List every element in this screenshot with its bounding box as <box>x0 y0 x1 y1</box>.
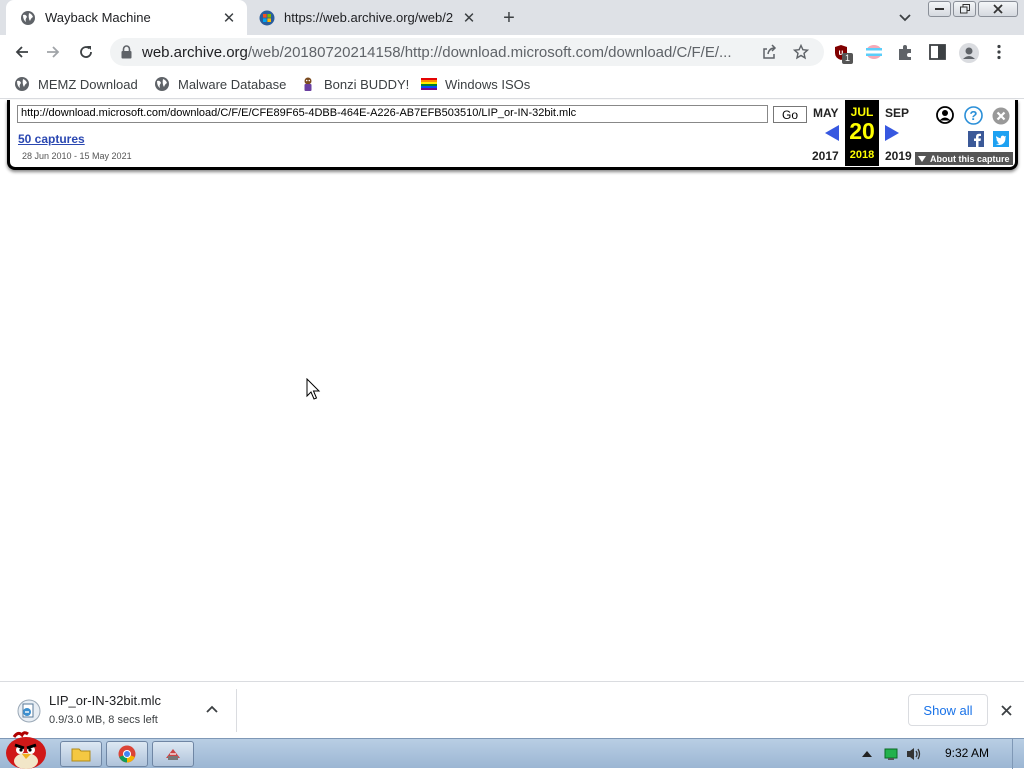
reload-button[interactable] <box>74 40 98 64</box>
folder-icon <box>71 748 91 762</box>
reload-icon <box>80 46 92 58</box>
tab-wayback-machine[interactable]: Wayback Machine ✕ <box>6 0 247 35</box>
profile-avatar-icon[interactable] <box>959 43 979 68</box>
back-arrow-icon <box>15 46 28 58</box>
back-button[interactable] <box>10 40 34 64</box>
browser-menu-icon[interactable] <box>997 44 1007 62</box>
current-month: JUL <box>850 105 874 119</box>
current-capture-date: JUL 20 2018 <box>845 100 879 166</box>
extensions-puzzle-icon[interactable] <box>897 44 914 66</box>
bookmark-label: MEMZ Download <box>38 76 138 92</box>
bookmark-memz-download[interactable]: MEMZ Download <box>14 75 138 93</box>
taskbar-chrome-button[interactable] <box>106 741 148 767</box>
globe-icon <box>21 10 35 25</box>
about-label: About this capture <box>930 153 1010 164</box>
bookmark-star-icon[interactable] <box>793 44 809 60</box>
bookmark-label: Windows ISOs <box>445 76 531 92</box>
taskbar-clock[interactable]: 9:32 AM <box>945 746 989 760</box>
lock-icon[interactable] <box>121 45 132 59</box>
bookmark-bonzi-buddy[interactable]: Bonzi BUDDY! <box>300 75 409 93</box>
volume-icon[interactable] <box>905 746 923 762</box>
bookmarks-bar: MEMZ Download Malware Database Bonzi BUD… <box>0 69 1024 99</box>
show-all-downloads-button[interactable]: Show all <box>908 694 988 726</box>
bookmark-label: Malware Database <box>178 76 287 92</box>
angry-bird-icon <box>6 731 46 769</box>
bookmark-malware-database[interactable]: Malware Database <box>154 75 286 93</box>
windows-logo-icon <box>259 10 275 25</box>
download-status: 0.9/3.0 MB, 8 secs left <box>49 714 158 726</box>
url-text[interactable]: web.archive.org/web/20180720214158/http:… <box>142 44 754 61</box>
show-hidden-icons-icon[interactable] <box>862 750 872 757</box>
ublock-extension-icon[interactable]: u 1 <box>833 44 853 64</box>
restore-button[interactable] <box>953 1 976 17</box>
captures-link[interactable]: 50 captures <box>18 132 85 146</box>
pride-extension-icon[interactable] <box>865 44 883 65</box>
next-capture-arrow-icon[interactable] <box>885 125 899 141</box>
next-year-label[interactable]: 2019 <box>885 149 912 163</box>
capture-date-range: 28 Jun 2010 - 15 May 2021 <box>22 151 132 161</box>
browser-toolbar: web.archive.org/web/20180720214158/http:… <box>0 35 1024 69</box>
tab-archive-url[interactable]: https://web.archive.org/web/2 ✕ <box>245 0 487 35</box>
minimize-button[interactable] <box>928 1 951 17</box>
account-icon[interactable] <box>936 106 954 124</box>
globe-icon <box>155 77 169 91</box>
svg-text:?: ? <box>970 108 978 123</box>
share-icon[interactable] <box>761 44 777 60</box>
twitter-icon[interactable] <box>993 131 1009 147</box>
tab-strip: Wayback Machine ✕ https://web.archive.or… <box>0 0 1024 35</box>
start-button[interactable] <box>2 731 50 769</box>
bookmark-windows-isos[interactable]: Windows ISOs <box>421 75 530 93</box>
taskbar: 9:32 AM <box>0 731 1024 769</box>
prev-year-label[interactable]: 2017 <box>812 149 839 163</box>
side-panel-icon[interactable] <box>929 44 946 65</box>
triangle-down-icon <box>918 155 926 162</box>
url-host: web.archive.org <box>142 44 248 61</box>
tab-title: Wayback Machine <box>45 10 151 25</box>
prev-month-label[interactable]: MAY <box>813 106 839 120</box>
wayback-url-input[interactable]: http://download.microsoft.com/download/C… <box>17 105 768 123</box>
wayback-go-button[interactable]: Go <box>773 106 807 123</box>
address-bar[interactable]: web.archive.org/web/20180720214158/http:… <box>110 38 824 66</box>
file-type-icon <box>17 699 41 723</box>
download-separator <box>236 689 237 732</box>
close-tab-icon[interactable]: ✕ <box>459 8 479 28</box>
wayback-toolbar: http://download.microsoft.com/download/C… <box>7 100 1018 170</box>
network-icon[interactable] <box>883 747 899 761</box>
app-icon <box>166 749 180 760</box>
new-tab-button[interactable]: + <box>498 7 520 29</box>
chrome-icon <box>118 745 136 763</box>
show-desktop-button[interactable] <box>1012 739 1024 769</box>
taskbar-app-button[interactable] <box>152 741 194 767</box>
bonzi-icon <box>304 77 312 91</box>
close-shelf-icon[interactable] <box>996 700 1016 720</box>
tab-title: https://web.archive.org/web/2 <box>284 10 454 25</box>
about-this-capture-button[interactable]: About this capture <box>915 152 1013 165</box>
current-year: 2018 <box>849 149 875 161</box>
forward-button[interactable] <box>41 40 65 64</box>
current-day: 20 <box>849 118 875 144</box>
close-window-button[interactable] <box>978 1 1018 17</box>
mouse-cursor-icon <box>306 378 321 400</box>
bookmark-label: Bonzi BUDDY! <box>324 76 410 92</box>
forward-arrow-icon <box>47 46 60 58</box>
close-wayback-icon[interactable] <box>992 107 1010 125</box>
next-month-label[interactable]: SEP <box>885 106 909 120</box>
chevron-up-icon[interactable] <box>206 705 218 713</box>
taskbar-explorer-button[interactable] <box>60 741 102 767</box>
prev-capture-arrow-icon[interactable] <box>825 125 839 141</box>
help-icon[interactable]: ? <box>964 106 983 125</box>
download-shelf: LIP_or-IN-32bit.mlc 0.9/3.0 MB, 8 secs l… <box>0 681 1024 738</box>
globe-icon <box>15 77 29 91</box>
facebook-icon[interactable] <box>968 131 984 147</box>
tab-search-chevron-icon[interactable] <box>895 8 915 28</box>
download-filename[interactable]: LIP_or-IN-32bit.mlc <box>49 693 161 708</box>
rainbow-flag-icon <box>421 78 437 90</box>
url-path: /web/20180720214158/http://download.micr… <box>247 44 732 61</box>
extension-badge: 1 <box>842 53 853 64</box>
close-tab-icon[interactable]: ✕ <box>219 8 239 28</box>
